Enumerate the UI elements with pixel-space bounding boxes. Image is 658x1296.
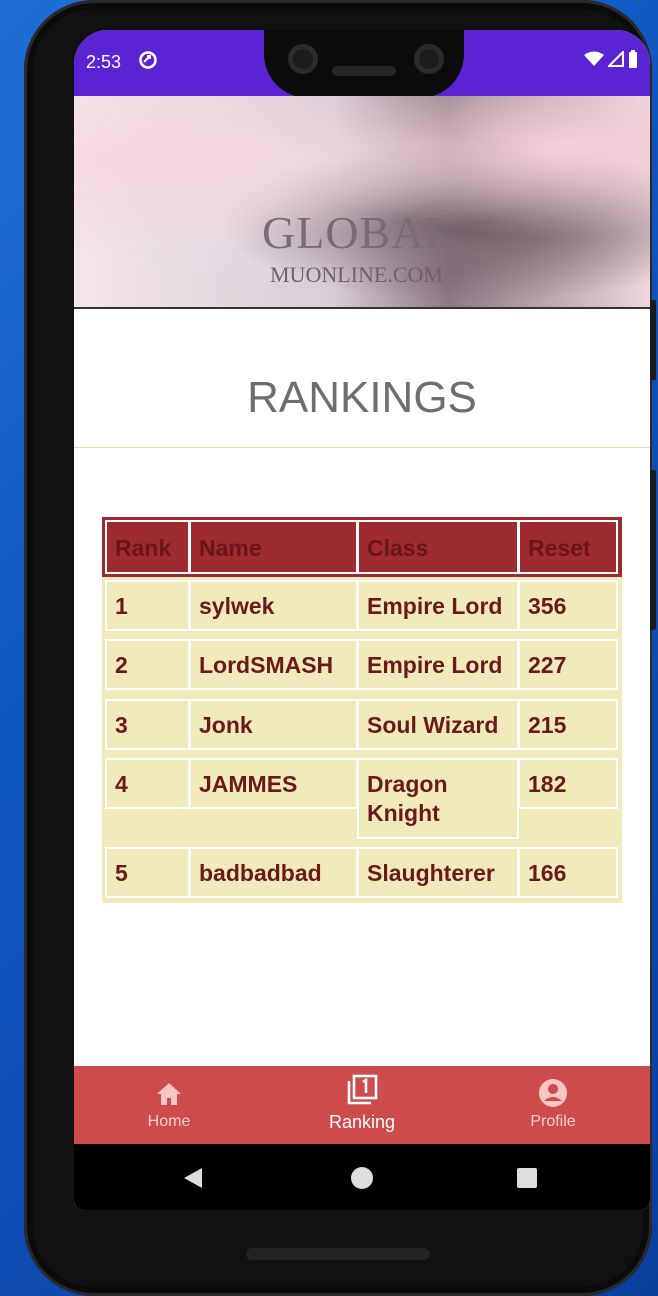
- nav-item-ranking[interactable]: Ranking: [302, 1066, 422, 1144]
- back-icon[interactable]: [182, 1166, 204, 1190]
- header-banner: GLOBAL MUONLINE.COM: [74, 96, 650, 309]
- table-cell-name: Jonk: [189, 699, 358, 750]
- page-title: RANKINGS: [247, 373, 477, 422]
- column-header-rank: Rank: [105, 520, 190, 574]
- front-camera-secondary: [414, 44, 444, 74]
- table-cell-reset: 215: [518, 699, 618, 750]
- status-time: 2:53: [86, 52, 122, 72]
- ranking-icon: [347, 1074, 378, 1105]
- table-cell-class: Soul Wizard: [357, 699, 519, 750]
- banner-logo-text: GLOBAL: [262, 207, 455, 258]
- rankings-table: Rank Name Class Reset 1 sylwek Empire Lo…: [102, 517, 622, 903]
- table-cell-class: Slaughterer: [357, 847, 519, 898]
- app-screen: 2:53 GLOBAL MUONLINE.COM RANKINGS Rank N…: [74, 30, 650, 1210]
- banner-logo-subtext: MUONLINE.COM: [270, 262, 443, 287]
- table-cell-name: badbadbad: [189, 847, 358, 898]
- volume-button: [650, 470, 656, 630]
- bottom-navigation: Home Ranking Profile: [74, 1066, 650, 1144]
- system-navigation-bar: [74, 1144, 650, 1210]
- profile-icon: [539, 1079, 567, 1107]
- bottom-speaker-grille: [246, 1248, 430, 1260]
- nav-label-ranking: Ranking: [328, 1112, 396, 1132]
- table-cell-rank: 4: [105, 758, 190, 809]
- table-cell-name: JAMMES: [189, 758, 358, 809]
- nav-item-home[interactable]: Home: [109, 1066, 229, 1144]
- table-cell-class: Empire Lord: [357, 639, 519, 690]
- front-camera: [288, 44, 318, 74]
- home-icon: [157, 1083, 181, 1105]
- nav-item-profile[interactable]: Profile: [493, 1066, 613, 1144]
- table-cell-class: Dragon Knight: [357, 758, 519, 839]
- table-cell-name: LordSMASH: [189, 639, 358, 690]
- wifi-icon: [584, 51, 604, 66]
- title-section: RANKINGS: [74, 309, 650, 448]
- table-cell-reset: 227: [518, 639, 618, 690]
- table-cell-class: Empire Lord: [357, 580, 519, 631]
- table-cell-reset: 166: [518, 847, 618, 898]
- table-cell-rank: 3: [105, 699, 190, 750]
- column-header-name: Name: [189, 520, 358, 574]
- recents-icon[interactable]: [516, 1167, 538, 1189]
- data-saver-icon: [139, 51, 157, 69]
- column-header-class: Class: [357, 520, 519, 574]
- power-button: [650, 300, 656, 380]
- table-cell-rank: 2: [105, 639, 190, 690]
- camera-notch: [264, 30, 464, 98]
- battery-icon: [629, 50, 637, 68]
- table-cell-rank: 5: [105, 847, 190, 898]
- table-cell-name: sylwek: [189, 580, 358, 631]
- phone-frame: 2:53 GLOBAL MUONLINE.COM RANKINGS Rank N…: [24, 0, 656, 1296]
- status-icons: [584, 50, 638, 68]
- column-header-reset: Reset: [518, 520, 618, 574]
- table-cell-reset: 356: [518, 580, 618, 631]
- nav-label-home: Home: [147, 1113, 191, 1130]
- earpiece-speaker: [332, 66, 396, 76]
- signal-icon: [608, 51, 624, 67]
- nav-label-profile: Profile: [530, 1113, 576, 1130]
- table-cell-reset: 182: [518, 758, 618, 809]
- table-cell-rank: 1: [105, 580, 190, 631]
- home-circle-icon[interactable]: [350, 1166, 374, 1190]
